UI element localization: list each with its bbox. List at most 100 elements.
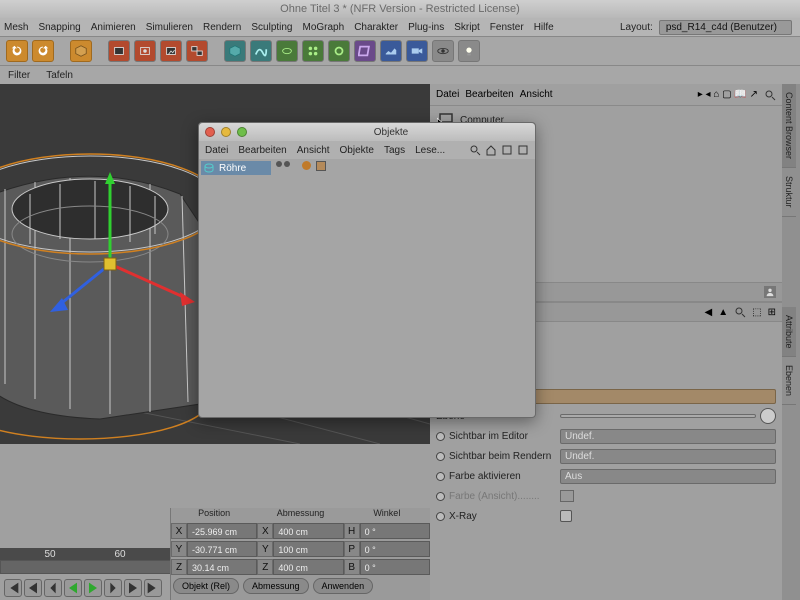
zoom-icon[interactable] (237, 127, 247, 137)
tag-dot[interactable] (302, 161, 311, 170)
sidetab-ebenen[interactable]: Ebenen (782, 357, 796, 405)
ang-b-input[interactable]: 0 ° (360, 559, 430, 575)
editor-visibility-dropdown[interactable]: Undef. (560, 429, 776, 444)
nurbs-button[interactable] (276, 40, 298, 62)
generator-cube-button[interactable] (224, 40, 246, 62)
render-visibility-dropdown[interactable]: Undef. (560, 449, 776, 464)
op-menu-datei[interactable]: Datei (205, 145, 228, 156)
op-menu-tags[interactable]: Tags (384, 145, 405, 156)
light-button[interactable] (458, 40, 480, 62)
person-icon[interactable] (764, 286, 776, 298)
redo-button[interactable] (32, 40, 54, 62)
menu-animieren[interactable]: Animieren (91, 22, 136, 33)
menu-plugins[interactable]: Plug-ins (408, 22, 444, 33)
tag-phong-icon[interactable] (316, 161, 326, 171)
apply-button[interactable]: Anwenden (313, 578, 374, 594)
eye-icon[interactable] (432, 40, 454, 62)
dim-z-input[interactable]: 400 cm (273, 559, 343, 575)
tree-item-label: Röhre (219, 163, 246, 174)
next-key-button[interactable] (124, 579, 142, 597)
environment-button[interactable] (380, 40, 402, 62)
coords-mode-dropdown[interactable]: Objekt (Rel) (173, 578, 239, 594)
cb-menu-bearbeiten[interactable]: Bearbeiten (465, 89, 513, 100)
render-pv-button[interactable] (186, 40, 208, 62)
spline-button[interactable] (250, 40, 272, 62)
color-enable-dropdown[interactable]: Aus (560, 469, 776, 484)
prev-frame-button[interactable] (44, 579, 62, 597)
main-menubar: Mesh Snapping Animieren Simulieren Rende… (0, 18, 800, 36)
coords-dim-dropdown[interactable]: Abmessung (243, 578, 309, 594)
filter-tab[interactable]: Filter (8, 70, 30, 81)
dim-x-input[interactable]: 400 cm (273, 523, 343, 539)
home-icon[interactable] (485, 144, 497, 156)
minimize-icon[interactable] (221, 127, 231, 137)
prev-key-button[interactable] (24, 579, 42, 597)
menu-sculpting[interactable]: Sculpting (251, 22, 292, 33)
color-swatch[interactable] (560, 490, 574, 502)
tafeln-tab[interactable]: Tafeln (46, 70, 73, 81)
goto-end-button[interactable] (144, 579, 162, 597)
objects-panel-window[interactable]: Objekte Datei Bearbeiten Ansicht Objekte… (198, 122, 536, 418)
render-button[interactable] (108, 40, 130, 62)
array-button[interactable] (302, 40, 324, 62)
instance-button[interactable] (328, 40, 350, 62)
coords-header-position: Position (171, 508, 257, 522)
pos-x-input[interactable]: -25.969 cm (187, 523, 257, 539)
camera-button[interactable] (406, 40, 428, 62)
render-region-button[interactable] (134, 40, 156, 62)
menu-skript[interactable]: Skript (454, 22, 480, 33)
cb-menu-datei[interactable]: Datei (436, 89, 459, 100)
search-icon[interactable] (734, 306, 746, 318)
op-menu-lese[interactable]: Lese... (415, 145, 445, 156)
sidetab-struktur[interactable]: Struktur (782, 168, 796, 217)
deformer-button[interactable] (354, 40, 376, 62)
layer-dropdown[interactable] (560, 414, 756, 418)
next-frame-button[interactable] (104, 579, 122, 597)
play-button[interactable] (84, 579, 102, 597)
menu-charakter[interactable]: Charakter (354, 22, 398, 33)
popout-icon[interactable] (517, 144, 529, 156)
menu-rendern[interactable]: Rendern (203, 22, 241, 33)
layout-label: Layout: (620, 22, 653, 33)
sidetab-attribute[interactable]: Attribute (782, 307, 796, 358)
menu-snapping[interactable]: Snapping (38, 22, 80, 33)
menu-mograph[interactable]: MoGraph (303, 22, 345, 33)
search-icon[interactable] (764, 89, 776, 101)
dim-y-input[interactable]: 100 cm (273, 541, 343, 557)
tree-item-roehre[interactable]: Röhre (201, 161, 271, 175)
menu-hilfe[interactable]: Hilfe (534, 22, 554, 33)
op-menu-ansicht[interactable]: Ansicht (297, 145, 330, 156)
pos-z-input[interactable]: 30.14 cm (187, 559, 257, 575)
sidetab-content-browser[interactable]: Content Browser (782, 84, 796, 168)
expand-icon[interactable] (501, 144, 513, 156)
objects-panel-titlebar[interactable]: Objekte (199, 123, 535, 141)
lock-icon[interactable]: ⬚ (752, 307, 761, 318)
objects-tree[interactable]: Röhre (199, 159, 535, 177)
attr-xray-label: X-Ray (436, 511, 556, 522)
search-icon[interactable] (469, 144, 481, 156)
play-back-button[interactable] (64, 579, 82, 597)
editor-vis-dot[interactable] (276, 161, 282, 167)
window-title: Ohne Titel 3 * (NFR Version - Restricted… (0, 0, 800, 18)
op-menu-objekte[interactable]: Objekte (340, 145, 374, 156)
layer-picker-icon[interactable] (760, 408, 776, 424)
up-icon[interactable]: ▲ (718, 307, 728, 318)
undo-button[interactable] (6, 40, 28, 62)
render-vis-dot[interactable] (284, 161, 290, 167)
menu-mesh[interactable]: Mesh (4, 22, 28, 33)
menu-fenster[interactable]: Fenster (490, 22, 524, 33)
cube-primitive-button[interactable] (70, 40, 92, 62)
pos-y-input[interactable]: -30.771 cm (187, 541, 257, 557)
menu-simulieren[interactable]: Simulieren (146, 22, 193, 33)
ang-p-input[interactable]: 0 ° (360, 541, 430, 557)
op-menu-bearbeiten[interactable]: Bearbeiten (238, 145, 286, 156)
prev-icon[interactable]: ◀ (705, 307, 713, 318)
render-settings-button[interactable] (160, 40, 182, 62)
ang-h-input[interactable]: 0 ° (360, 523, 430, 539)
new-icon[interactable]: ⊞ (768, 307, 776, 318)
goto-start-button[interactable] (4, 579, 22, 597)
close-icon[interactable] (205, 127, 215, 137)
cb-menu-ansicht[interactable]: Ansicht (520, 89, 553, 100)
layout-dropdown[interactable]: psd_R14_c4d (Benutzer) (659, 20, 792, 35)
xray-checkbox[interactable] (560, 510, 572, 522)
